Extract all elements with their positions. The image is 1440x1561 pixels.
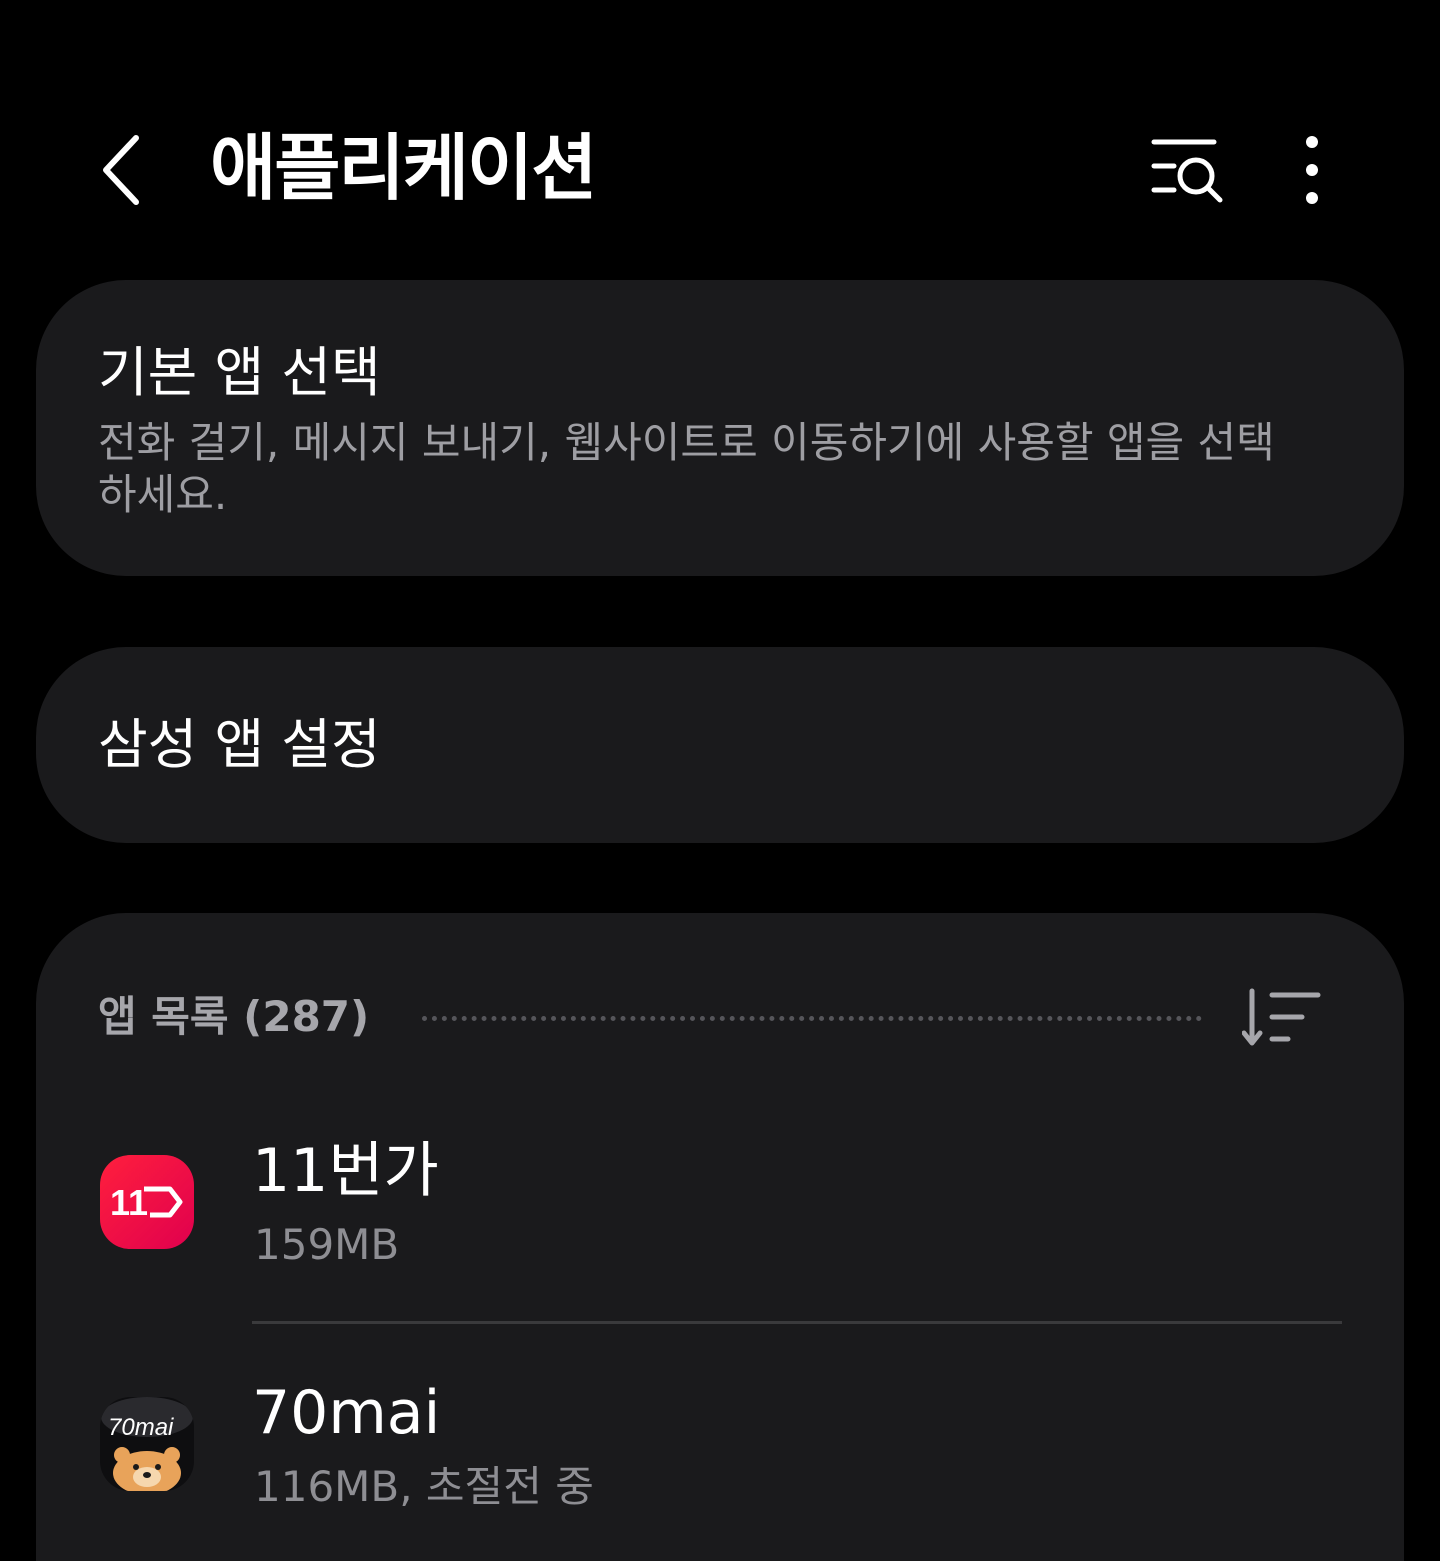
11st-app-icon: 11 [100,1155,194,1249]
header-divider [422,1016,1202,1021]
samsung-app-settings-title: 삼성 앱 설정 [98,713,381,776]
back-arrow-icon [103,135,139,205]
70mai-icon-label: 70mai [108,1414,174,1441]
app-list-card: 앱 목록 (287) 11 11번가 159MB 70mai 70mai 116… [36,913,1404,1561]
11st-icon-label: 11 [110,1182,148,1223]
app-list-item[interactable]: 70mai 70mai 116MB, 초절전 중 [36,1355,1404,1561]
70mai-app-icon: 70mai [100,1397,194,1491]
app-bar: 애플리케이션 [0,100,1440,240]
more-options-button[interactable] [1282,130,1342,210]
list-divider [252,1321,1342,1324]
back-button[interactable] [88,128,160,212]
app-list-item[interactable]: 11 11번가 159MB [36,1113,1404,1333]
default-apps-title: 기본 앱 선택 [98,341,381,404]
page-title: 애플리케이션 [210,126,597,210]
app-list-header: 앱 목록 (287) [98,992,370,1041]
app-name: 70mai [252,1378,441,1448]
sort-icon [1241,988,1321,1046]
search-button[interactable] [1146,132,1230,208]
samsung-app-settings-card[interactable]: 삼성 앱 설정 [36,647,1404,843]
applications-screen: 애플리케이션 기본 앱 선택 전화 걸기, 메시지 보내기, 웹사이트로 이동하… [0,0,1440,1561]
sort-button[interactable] [1241,987,1326,1051]
app-size: 116MB, 초절전 중 [254,1462,594,1511]
app-size: 159MB [254,1220,400,1269]
default-apps-description: 전화 걸기, 메시지 보내기, 웹사이트로 이동하기에 사용할 앱을 선택하세요… [98,418,1275,519]
default-apps-card[interactable]: 기본 앱 선택 전화 걸기, 메시지 보내기, 웹사이트로 이동하기에 사용할 … [36,280,1404,576]
list-search-icon [1151,139,1223,203]
more-vertical-icon [1306,136,1318,204]
app-name: 11번가 [252,1136,439,1206]
